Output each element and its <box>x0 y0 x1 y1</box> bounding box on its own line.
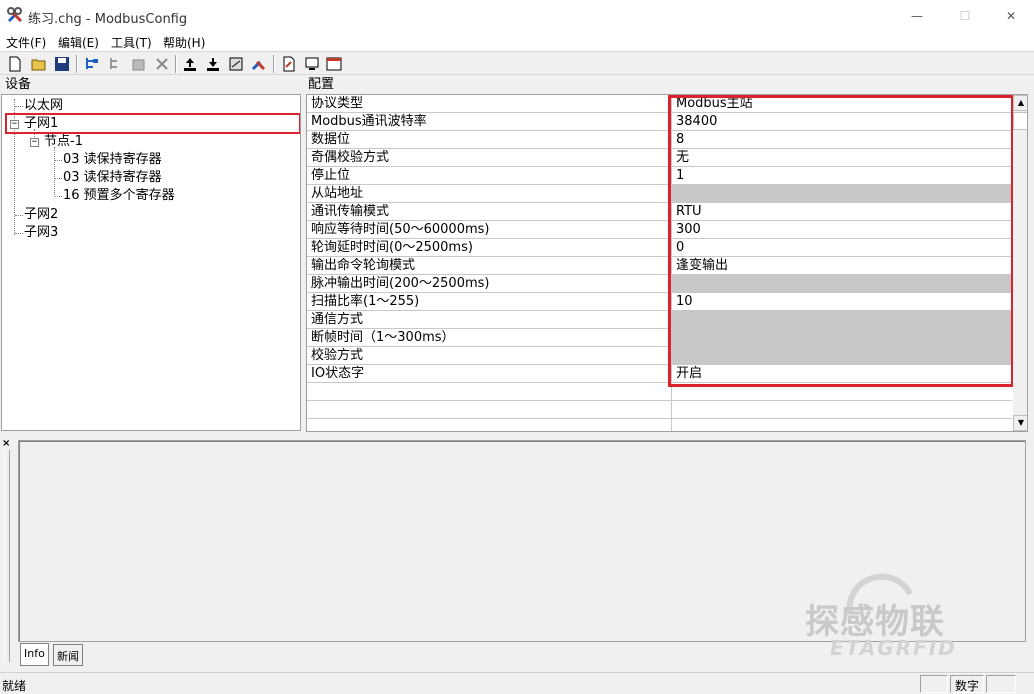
menu-edit[interactable]: 编辑(E) <box>58 34 99 51</box>
tab-news[interactable]: 新闻 <box>53 644 83 666</box>
tree-item-command[interactable]: 16 预置多个寄存器 <box>63 188 175 204</box>
property-key: 扫描比率(1～255) <box>311 294 420 309</box>
vertical-scrollbar[interactable]: ▲ ▼ <box>1013 95 1027 431</box>
add-subnet-icon[interactable] <box>83 55 101 73</box>
status-text: 就绪 <box>2 679 27 693</box>
devices-header: 设备 <box>5 77 32 92</box>
property-key: 通讯传输模式 <box>311 204 390 219</box>
watermark-logo: 探感物联 ETAGRFID <box>800 564 1020 664</box>
tree-item-command[interactable]: 03 读保持寄存器 <box>63 170 162 186</box>
config-icon[interactable] <box>227 55 245 73</box>
values-highlight <box>668 95 1014 387</box>
close-icon[interactable]: × <box>2 438 10 449</box>
save-icon[interactable] <box>53 55 71 73</box>
monitor-icon[interactable] <box>303 55 321 73</box>
add-node-icon[interactable] <box>107 55 125 73</box>
minimize-button[interactable]: — <box>894 0 940 31</box>
toolbar <box>0 51 1034 75</box>
tree-item-node1[interactable]: 节点-1 <box>44 134 83 150</box>
status-bar: 就绪 数字 <box>0 672 1034 694</box>
property-grid: 协议类型 Modbus主站 Modbus通讯波特率 38400 数据位 8 奇偶校验方式无停… <box>306 94 1028 432</box>
new-file-icon[interactable] <box>6 55 24 73</box>
selection-highlight <box>5 113 300 134</box>
property-key: Modbus通讯波特率 <box>311 114 427 129</box>
tree-item-subnet2[interactable]: 子网2 <box>24 207 58 223</box>
scroll-up-icon[interactable]: ▲ <box>1013 95 1027 111</box>
delete-icon[interactable] <box>153 55 171 73</box>
property-key: 轮询延时时间(0～2500ms) <box>311 240 473 255</box>
tree-item-ethernet[interactable]: 以太网 <box>24 98 63 114</box>
panel-grip[interactable] <box>4 450 10 662</box>
status-panel <box>986 675 1016 693</box>
property-key: 从站地址 <box>311 186 364 201</box>
property-key: 奇偶校验方式 <box>311 150 390 165</box>
scroll-down-icon[interactable]: ▼ <box>1013 415 1027 431</box>
property-key: 协议类型 <box>311 96 364 111</box>
property-key: 校验方式 <box>311 348 364 363</box>
property-key: 通信方式 <box>311 312 364 327</box>
status-num-lock: 数字 <box>950 675 984 693</box>
tree-item-subnet3[interactable]: 子网3 <box>24 225 58 241</box>
property-key: IO状态字 <box>311 366 365 381</box>
tab-info[interactable]: Info <box>20 643 49 666</box>
upload-icon[interactable] <box>181 55 199 73</box>
property-key: 数据位 <box>311 132 351 147</box>
config-header: 配置 <box>308 77 335 92</box>
title-bar: 练习.chg - ModbusConfig — ☐ ✕ <box>0 0 1034 31</box>
export-icon[interactable] <box>280 55 298 73</box>
status-panel <box>920 675 948 693</box>
device-tree: 以太网 − 子网1 − 节点-1 03 读保持寄存器 03 读保持寄存器 16 … <box>1 94 301 431</box>
property-key: 断帧时间（1～300ms） <box>311 330 455 345</box>
scroll-thumb[interactable] <box>1013 112 1027 130</box>
open-folder-icon[interactable] <box>30 55 48 73</box>
window-title: 练习.chg - ModbusConfig <box>28 12 188 27</box>
tree-item-command[interactable]: 03 读保持寄存器 <box>63 152 162 168</box>
menu-help[interactable]: 帮助(H) <box>163 34 205 51</box>
property-key: 输出命令轮询模式 <box>311 258 416 273</box>
tools-icon[interactable] <box>250 55 268 73</box>
property-key: 响应等待时间(50～60000ms) <box>311 222 490 237</box>
maximize-button[interactable]: ☐ <box>942 0 988 31</box>
calendar-icon[interactable] <box>325 55 343 73</box>
menu-tools[interactable]: 工具(T) <box>111 34 152 51</box>
collapse-icon[interactable]: − <box>30 138 39 147</box>
properties-icon[interactable] <box>130 55 148 73</box>
property-key: 脉冲输出时间(200～2500ms) <box>311 276 490 291</box>
close-button[interactable]: ✕ <box>988 0 1034 31</box>
download-icon[interactable] <box>204 55 222 73</box>
tools-icon <box>7 7 23 23</box>
menu-file[interactable]: 文件(F) <box>6 34 46 51</box>
property-key: 停止位 <box>311 168 351 183</box>
menu-bar: 文件(F) 编辑(E) 工具(T) 帮助(H) <box>0 31 1034 51</box>
